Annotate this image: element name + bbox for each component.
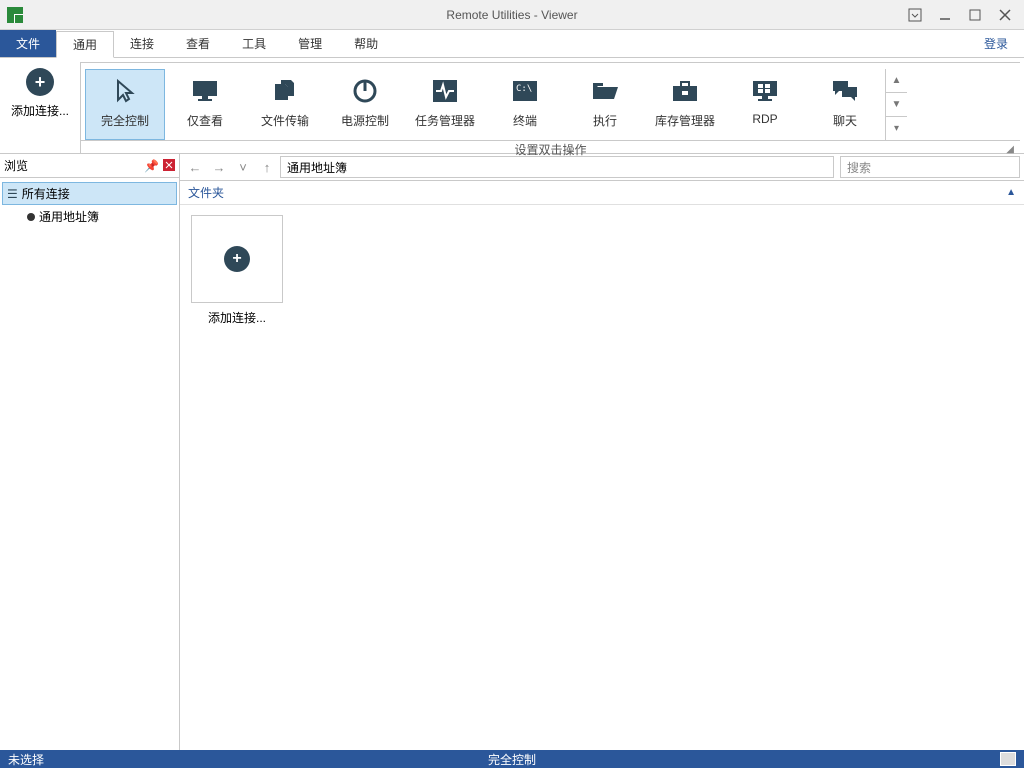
ribbon-inventory[interactable]: 库存管理器 [645,69,725,140]
ribbon-terminal[interactable]: C:\ 终端 [485,69,565,140]
path-input[interactable]: 通用地址簿 [280,156,834,178]
bullet-icon [27,213,35,221]
tree-root-label: 所有连接 [22,185,70,202]
plus-icon: + [224,246,250,272]
sidebar-pin-icon[interactable]: 📌 [144,159,159,173]
svg-text:C:\: C:\ [516,84,532,94]
activity-icon [431,76,459,106]
section-title: 文件夹 [188,184,224,201]
nav-forward-icon[interactable]: → [208,156,230,178]
list-icon: ☰ [7,187,18,201]
tree-item-general-addressbook[interactable]: 通用地址簿 [2,205,177,228]
chat-icon [830,76,860,106]
add-connection-icon[interactable]: + [26,68,54,96]
ribbon-power-control[interactable]: 电源控制 [325,69,405,140]
ribbon-dialog-launcher-icon[interactable]: ◢ [1006,144,1014,155]
power-icon [352,76,378,106]
tab-general[interactable]: 通用 [56,31,114,58]
ribbon-task-manager[interactable]: 任务管理器 [405,69,485,140]
sidebar-close-icon[interactable] [163,159,175,173]
briefcase-icon [670,76,700,106]
ribbon-view-only[interactable]: 仅查看 [165,69,245,140]
tab-manage[interactable]: 管理 [282,30,338,57]
nav-down-icon[interactable]: ˅ [232,156,254,178]
ribbon-scroll-down[interactable]: ▼ [886,92,907,116]
window-close-icon[interactable] [998,8,1012,22]
tile-label: 添加连接... [208,309,266,326]
ribbon-file-transfer[interactable]: 文件传输 [245,69,325,140]
folder-open-icon [590,76,620,106]
tab-view[interactable]: 查看 [170,30,226,57]
search-input[interactable]: 搜索 [840,156,1020,178]
section-collapse-icon[interactable]: ▲ [1006,187,1016,198]
ribbon-full-control[interactable]: 完全控制 [85,69,165,140]
window-maximize-icon[interactable] [968,8,982,22]
window-tray-icon[interactable] [908,8,922,22]
monitor-icon [190,76,220,106]
ribbon-expand[interactable]: ▾ [886,116,907,140]
window-title: Remote Utilities - Viewer [0,8,1024,22]
terminal-icon: C:\ [511,76,539,106]
ribbon-scroll-up[interactable]: ▲ [886,69,907,92]
ribbon-rdp[interactable]: RDP [725,69,805,140]
tab-login[interactable]: 登录 [968,30,1024,57]
nav-back-icon[interactable]: ← [184,156,206,178]
nav-up-icon[interactable]: ↑ [256,156,278,178]
rdp-icon [750,76,780,106]
add-connection-label[interactable]: 添加连接... [11,102,69,119]
cursor-icon [112,76,138,106]
app-logo [0,0,30,30]
sidebar-title: 浏览 [4,157,28,174]
ribbon-chat[interactable]: 聊天 [805,69,885,140]
tile-add-connection[interactable]: + 添加连接... [190,215,284,326]
tab-file[interactable]: 文件 [0,30,56,57]
window-minimize-icon[interactable] [938,8,952,22]
tab-help[interactable]: 帮助 [338,30,394,57]
files-icon [271,76,299,106]
status-left: 未选择 [8,751,44,768]
status-resize-grip-icon[interactable] [1000,752,1016,766]
status-center: 完全控制 [0,751,1024,768]
tab-tools[interactable]: 工具 [226,30,282,57]
tab-connect[interactable]: 连接 [114,30,170,57]
tree-item-label: 通用地址簿 [39,208,99,225]
ribbon-group-label: 设置双击操作 [514,141,586,158]
ribbon-execute[interactable]: 执行 [565,69,645,140]
tree-root-all-connections[interactable]: ☰ 所有连接 [2,182,177,205]
